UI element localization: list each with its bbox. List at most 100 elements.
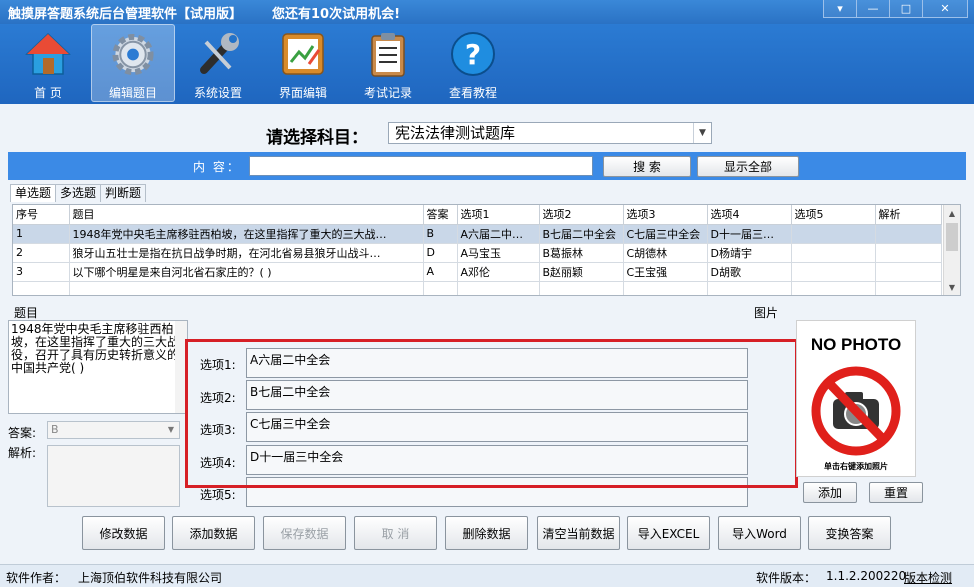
delete-data-button[interactable]: 删除数据 [445, 516, 528, 550]
table-row[interactable] [13, 281, 941, 296]
chevron-down-icon[interactable]: ▼ [163, 422, 179, 438]
col-header[interactable]: 选项2 [539, 205, 623, 224]
table-cell: A马宝玉 [457, 243, 539, 262]
tab-true-false[interactable]: 判断题 [100, 184, 146, 202]
scroll-up-icon[interactable]: ▲ [944, 205, 960, 221]
question-textarea[interactable]: 1948年党中央毛主席移驻西柏坡，在这里指挥了重大的三大战役，召开了具有历史转折… [8, 320, 188, 414]
import-excel-button[interactable]: 导入EXCEL [627, 516, 710, 550]
show-all-button[interactable]: 显示全部 [697, 156, 799, 177]
toolbar-edit-questions[interactable]: 编辑题目 [91, 24, 175, 102]
table-cell [875, 243, 941, 262]
subject-select[interactable]: 宪法法律测试题库 ▼ [388, 122, 712, 144]
title-bar: 触摸屏答题系统后台管理软件【试用版】 您还有10次试用机会! ▾ — □ ✕ [0, 0, 974, 24]
search-input[interactable] [249, 156, 593, 176]
answer-label: 答案: [8, 424, 36, 441]
table-cell: 1948年党中央毛主席移驻西柏坡，在这里指挥了重大的三大战… [69, 224, 423, 243]
col-header[interactable]: 选项5 [791, 205, 875, 224]
table-scrollbar[interactable]: ▲ ▼ [943, 205, 960, 295]
toolbar-tutorial-label: 查看教程 [449, 84, 497, 101]
add-data-button[interactable]: 添加数据 [172, 516, 255, 550]
version-label: 软件版本： [756, 569, 816, 586]
col-header[interactable]: 题目 [69, 205, 423, 224]
question-type-tabs: 单选题 多选题 判断题 [10, 184, 145, 202]
table-cell [875, 224, 941, 243]
add-photo-button[interactable]: 添加 [803, 482, 857, 503]
toolbar-exam-records[interactable]: 考试记录 [346, 24, 430, 102]
save-data-button[interactable]: 保存数据 [263, 516, 346, 550]
toolbar-home[interactable]: 首 页 [6, 24, 90, 102]
highlight-frame [185, 339, 798, 488]
no-photo-text: NO PHOTO [797, 335, 915, 355]
search-label: 内 容： [193, 158, 241, 175]
table-cell: C七届三中全会 [623, 224, 707, 243]
table-cell [875, 262, 941, 281]
clipboard-icon [364, 30, 412, 78]
wrench-icon [194, 30, 242, 78]
cancel-button[interactable]: 取 消 [354, 516, 437, 550]
toolbar-system-settings-label: 系统设置 [194, 84, 242, 101]
col-header[interactable]: 选项3 [623, 205, 707, 224]
scroll-thumb[interactable] [946, 223, 958, 251]
analysis-textarea[interactable] [47, 445, 180, 507]
answer-value: B [51, 423, 59, 436]
photo-label: 图片 [754, 304, 778, 321]
photo-caption: 单击右键添加照片 [797, 461, 915, 472]
question-text: 1948年党中央毛主席移驻西柏坡，在这里指挥了重大的三大战役，召开了具有历史转折… [11, 322, 179, 375]
col-header[interactable]: 答案 [423, 205, 457, 224]
no-camera-icon [811, 361, 901, 457]
subject-row: 请选择科目： 宪法法律测试题库 ▼ [0, 120, 974, 148]
table-cell: C胡德林 [623, 243, 707, 262]
table-cell: B葛振林 [539, 243, 623, 262]
tab-multiple-choice[interactable]: 多选题 [55, 184, 101, 202]
table-cell: D十一届三… [707, 224, 791, 243]
table-cell: D胡歌 [707, 262, 791, 281]
version-number: 1.1.2.200220 [826, 569, 906, 583]
answer-select[interactable]: B ▼ [47, 421, 180, 439]
toolbar-system-settings[interactable]: 系统设置 [176, 24, 260, 102]
import-word-button[interactable]: 导入Word [718, 516, 801, 550]
table-cell: B赵丽颖 [539, 262, 623, 281]
col-header[interactable]: 解析 [875, 205, 941, 224]
close-icon[interactable]: ✕ [922, 0, 968, 18]
table-row[interactable]: 2 狼牙山五壮士是指在抗日战争时期，在河北省易县狼牙山战斗… D A马宝玉 B葛… [13, 243, 941, 262]
col-header[interactable]: 选项4 [707, 205, 791, 224]
author-label: 软件作者： [6, 569, 66, 586]
toolbar-tutorial[interactable]: ? 查看教程 [431, 24, 515, 102]
modify-data-button[interactable]: 修改数据 [82, 516, 165, 550]
toolbar-home-label: 首 页 [34, 84, 62, 101]
table-cell: C王宝强 [623, 262, 707, 281]
window-title: 触摸屏答题系统后台管理软件【试用版】 [8, 3, 242, 22]
chevron-down-icon[interactable]: ▼ [693, 123, 711, 143]
reset-photo-button[interactable]: 重置 [869, 482, 923, 503]
photo-box[interactable]: NO PHOTO 单击右键添加照片 [796, 320, 916, 477]
gear-icon [109, 31, 157, 78]
table-cell: B七届二中全会 [539, 224, 623, 243]
toolbar-exam-records-label: 考试记录 [364, 84, 412, 101]
table-cell: 1 [13, 224, 69, 243]
search-button[interactable]: 搜 索 [603, 156, 691, 177]
check-version-link[interactable]: 版本检测 [904, 569, 952, 586]
search-bar: 内 容： 搜 索 显示全部 [8, 152, 966, 180]
toolbar-edit-questions-label: 编辑题目 [109, 84, 157, 101]
table-row[interactable]: 3 以下哪个明星是来自河北省石家庄的？( ) A A邓伦 B赵丽颖 C王宝强 D… [13, 262, 941, 281]
subject-selected-value: 宪法法律测试题库 [395, 124, 515, 142]
status-bar: 软件作者： 上海顶伯软件科技有限公司 软件版本： 1.1.2.200220 版本… [0, 564, 974, 587]
tab-single-choice[interactable]: 单选题 [10, 184, 56, 202]
questions-table: 序号 题目 答案 选项1 选项2 选项3 选项4 选项5 解析 1 1948年党… [12, 204, 961, 296]
maximize-icon[interactable]: □ [889, 0, 923, 18]
swap-answer-button[interactable]: 变换答案 [808, 516, 891, 550]
table-cell: A [423, 262, 457, 281]
scroll-down-icon[interactable]: ▼ [944, 279, 960, 295]
toolbar-ui-edit[interactable]: 界面编辑 [261, 24, 345, 102]
table-cell: D [423, 243, 457, 262]
clear-data-button[interactable]: 清空当前数据 [537, 516, 620, 550]
col-header[interactable]: 序号 [13, 205, 69, 224]
analysis-label: 解析: [8, 444, 36, 461]
menu-dropdown-icon[interactable]: ▾ [823, 0, 857, 18]
minimize-icon[interactable]: — [856, 0, 890, 18]
table-row[interactable]: 1 1948年党中央毛主席移驻西柏坡，在这里指挥了重大的三大战… B A六届二中… [13, 224, 941, 243]
table-cell: 狼牙山五壮士是指在抗日战争时期，在河北省易县狼牙山战斗… [69, 243, 423, 262]
col-header[interactable]: 选项1 [457, 205, 539, 224]
edit-image-icon [279, 30, 327, 78]
main-toolbar: 首 页 编辑题目 系统设置 界面编辑 [0, 24, 974, 104]
